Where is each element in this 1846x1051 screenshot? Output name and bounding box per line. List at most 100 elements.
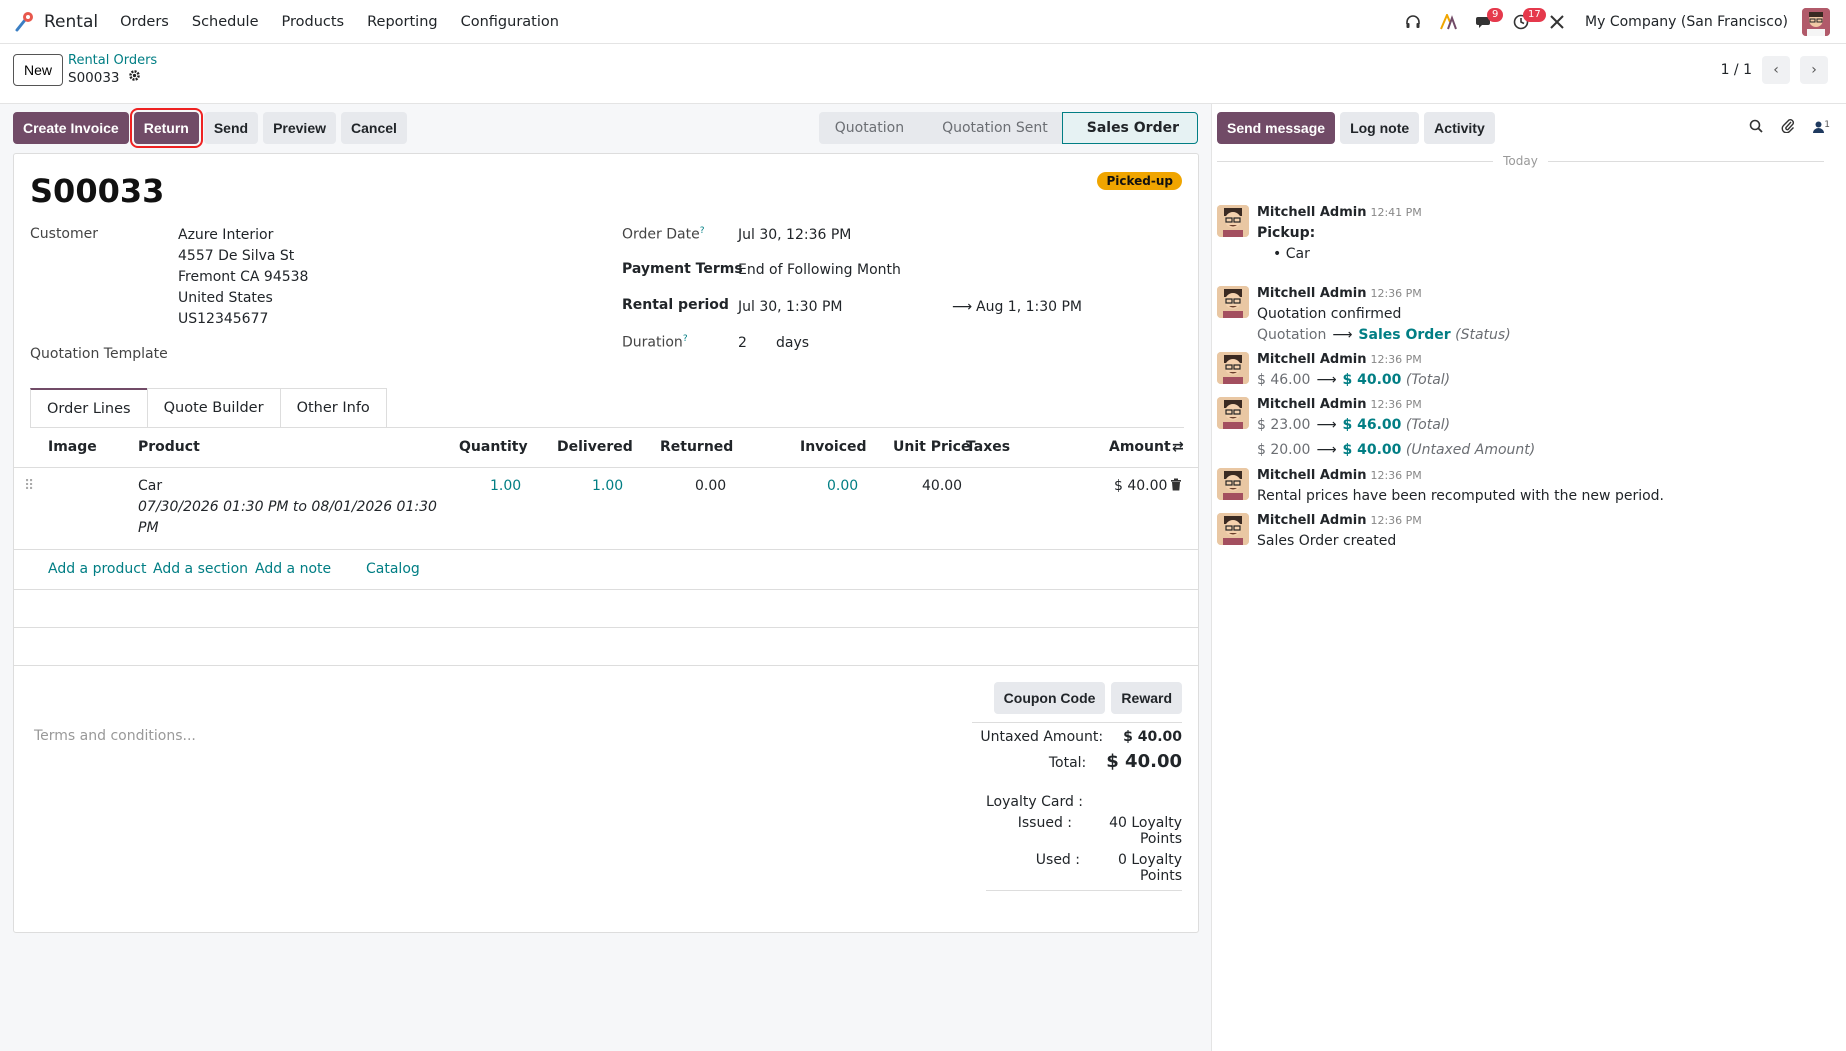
tracking-old-value: $ 23.00: [1257, 417, 1311, 433]
author-avatar[interactable]: [1217, 397, 1249, 429]
debug-tools-icon[interactable]: [1539, 0, 1575, 44]
breadcrumb-rental-orders[interactable]: Rental Orders: [68, 53, 157, 68]
messages-icon[interactable]: 9: [1467, 0, 1504, 44]
menu-schedule[interactable]: Schedule: [192, 14, 259, 30]
chatter-panel: Send message Log note Activity 1 Today M…: [1211, 104, 1846, 1051]
message-author[interactable]: Mitchell Admin: [1257, 397, 1366, 412]
message-author[interactable]: Mitchell Admin: [1257, 352, 1366, 367]
author-avatar[interactable]: [1217, 205, 1249, 237]
activities-clock-icon[interactable]: 17: [1503, 0, 1546, 44]
stage-quotation-sent[interactable]: Quotation Sent: [918, 112, 1066, 144]
status-stages: Quotation Quotation Sent Sales Order: [818, 112, 1198, 144]
cancel-button[interactable]: Cancel: [341, 112, 407, 144]
menu-reporting[interactable]: Reporting: [367, 14, 438, 30]
rental-end-value[interactable]: Aug 1, 1:30 PM: [976, 297, 1082, 318]
catalog-link[interactable]: Catalog: [366, 561, 420, 577]
activity-button[interactable]: Activity: [1424, 112, 1495, 144]
create-invoice-button[interactable]: Create Invoice: [13, 112, 129, 144]
table-row[interactable]: ⠿ Car 07/30/2026 01:30 PM to 08/01/2026 …: [14, 468, 1198, 550]
line-description[interactable]: 07/30/2026 01:30 PM to 08/01/2026 01:30: [138, 499, 437, 515]
pager-previous-icon[interactable]: ‹: [1762, 56, 1790, 84]
help-icon[interactable]: ?: [700, 226, 705, 236]
author-avatar[interactable]: [1217, 352, 1249, 384]
line-invoiced[interactable]: 0.00: [827, 478, 858, 494]
followers-icon[interactable]: 1: [1813, 119, 1830, 137]
stage-sales-order[interactable]: Sales Order: [1061, 112, 1198, 144]
message-time: 12:36 PM: [1370, 469, 1422, 482]
pager-value[interactable]: 1 / 1: [1721, 62, 1752, 78]
order-date-value[interactable]: Jul 30, 12:36 PM: [738, 225, 851, 246]
reward-button[interactable]: Reward: [1111, 682, 1182, 714]
col-unit-price[interactable]: Unit Price: [893, 439, 970, 455]
app-name[interactable]: Rental: [44, 12, 98, 32]
empty-row: [14, 628, 1198, 666]
duration-unit[interactable]: days: [776, 333, 809, 354]
author-avatar[interactable]: [1217, 286, 1249, 318]
col-delivered[interactable]: Delivered: [557, 439, 633, 455]
order-date-label: Order Date?: [622, 226, 705, 243]
author-avatar[interactable]: [1217, 468, 1249, 500]
new-button[interactable]: New: [13, 54, 64, 86]
add-product-link[interactable]: Add a product: [48, 561, 146, 577]
line-quantity[interactable]: 1.00: [490, 478, 521, 494]
total-label: Total:: [1048, 755, 1087, 771]
message-author[interactable]: Mitchell Admin: [1257, 468, 1366, 483]
preview-button[interactable]: Preview: [263, 112, 337, 144]
send-button[interactable]: Send: [203, 112, 259, 144]
duration-value[interactable]: 2: [738, 333, 747, 354]
author-avatar[interactable]: [1217, 513, 1249, 545]
col-image[interactable]: Image: [48, 439, 97, 455]
line-returned[interactable]: 0.00: [695, 478, 726, 494]
ai-assistant-icon[interactable]: [1431, 0, 1467, 44]
message-author[interactable]: Mitchell Admin: [1257, 513, 1366, 528]
col-product[interactable]: Product: [138, 439, 200, 455]
drag-handle-icon[interactable]: ⠿: [24, 478, 34, 494]
add-note-link[interactable]: Add a note: [255, 561, 331, 577]
untaxed-label: Untaxed Amount:: [980, 729, 1104, 745]
loyalty-card-summary: Loyalty Card : Issued : 40 Loyalty Points…: [986, 794, 1182, 891]
col-invoiced[interactable]: Invoiced: [800, 439, 867, 455]
help-icon[interactable]: ?: [683, 334, 688, 344]
return-button[interactable]: Return: [129, 108, 203, 148]
terms-conditions-field[interactable]: Terms and conditions...: [34, 728, 196, 744]
user-avatar[interactable]: [1802, 8, 1830, 36]
pager-next-icon[interactable]: ›: [1800, 56, 1828, 84]
col-returned[interactable]: Returned: [660, 439, 733, 455]
optional-columns-icon[interactable]: ⇄: [1172, 439, 1184, 455]
company-switcher[interactable]: My Company (San Francisco): [1585, 14, 1788, 30]
payment-terms-value[interactable]: End of Following Month: [738, 260, 901, 281]
control-panel: New Rental Orders S00033 1 / 1 ‹ ›: [0, 44, 1846, 104]
add-section-link[interactable]: Add a section: [153, 561, 248, 577]
message-author[interactable]: Mitchell Admin: [1257, 286, 1366, 301]
tab-quote-builder[interactable]: Quote Builder: [146, 388, 281, 427]
line-delivered[interactable]: 1.00: [592, 478, 623, 494]
trash-icon[interactable]: [1170, 478, 1182, 495]
rental-app-icon[interactable]: [12, 10, 36, 34]
log-note-button[interactable]: Log note: [1340, 112, 1420, 144]
line-description-cont[interactable]: PM: [138, 520, 159, 536]
search-icon[interactable]: [1749, 119, 1763, 137]
rental-start-value[interactable]: Jul 30, 1:30 PM: [738, 297, 842, 318]
tab-other-info[interactable]: Other Info: [279, 388, 387, 427]
coupon-code-button[interactable]: Coupon Code: [993, 682, 1106, 714]
support-headset-icon[interactable]: [1395, 0, 1431, 44]
tab-order-lines[interactable]: Order Lines: [30, 388, 148, 427]
menu-orders[interactable]: Orders: [120, 14, 169, 30]
paperclip-icon[interactable]: [1781, 118, 1795, 137]
stage-quotation[interactable]: Quotation: [818, 112, 923, 144]
col-amount[interactable]: Amount: [1109, 439, 1171, 455]
line-unit-price[interactable]: 40.00: [922, 478, 962, 494]
message-author[interactable]: Mitchell Admin: [1257, 205, 1366, 220]
col-taxes[interactable]: Taxes: [966, 439, 1010, 455]
message-time: 12:36 PM: [1370, 514, 1422, 527]
followers-count: 1: [1824, 119, 1830, 130]
gear-icon[interactable]: [128, 69, 141, 86]
line-product[interactable]: Car: [138, 478, 162, 494]
col-quantity[interactable]: Quantity: [459, 439, 528, 455]
send-message-button[interactable]: Send message: [1217, 112, 1336, 144]
customer-vat: US12345677: [178, 311, 269, 327]
payment-terms-label: Payment Terms: [622, 261, 743, 277]
menu-configuration[interactable]: Configuration: [461, 14, 559, 30]
menu-products[interactable]: Products: [282, 14, 345, 30]
customer-name-link[interactable]: Azure Interior: [178, 225, 273, 246]
